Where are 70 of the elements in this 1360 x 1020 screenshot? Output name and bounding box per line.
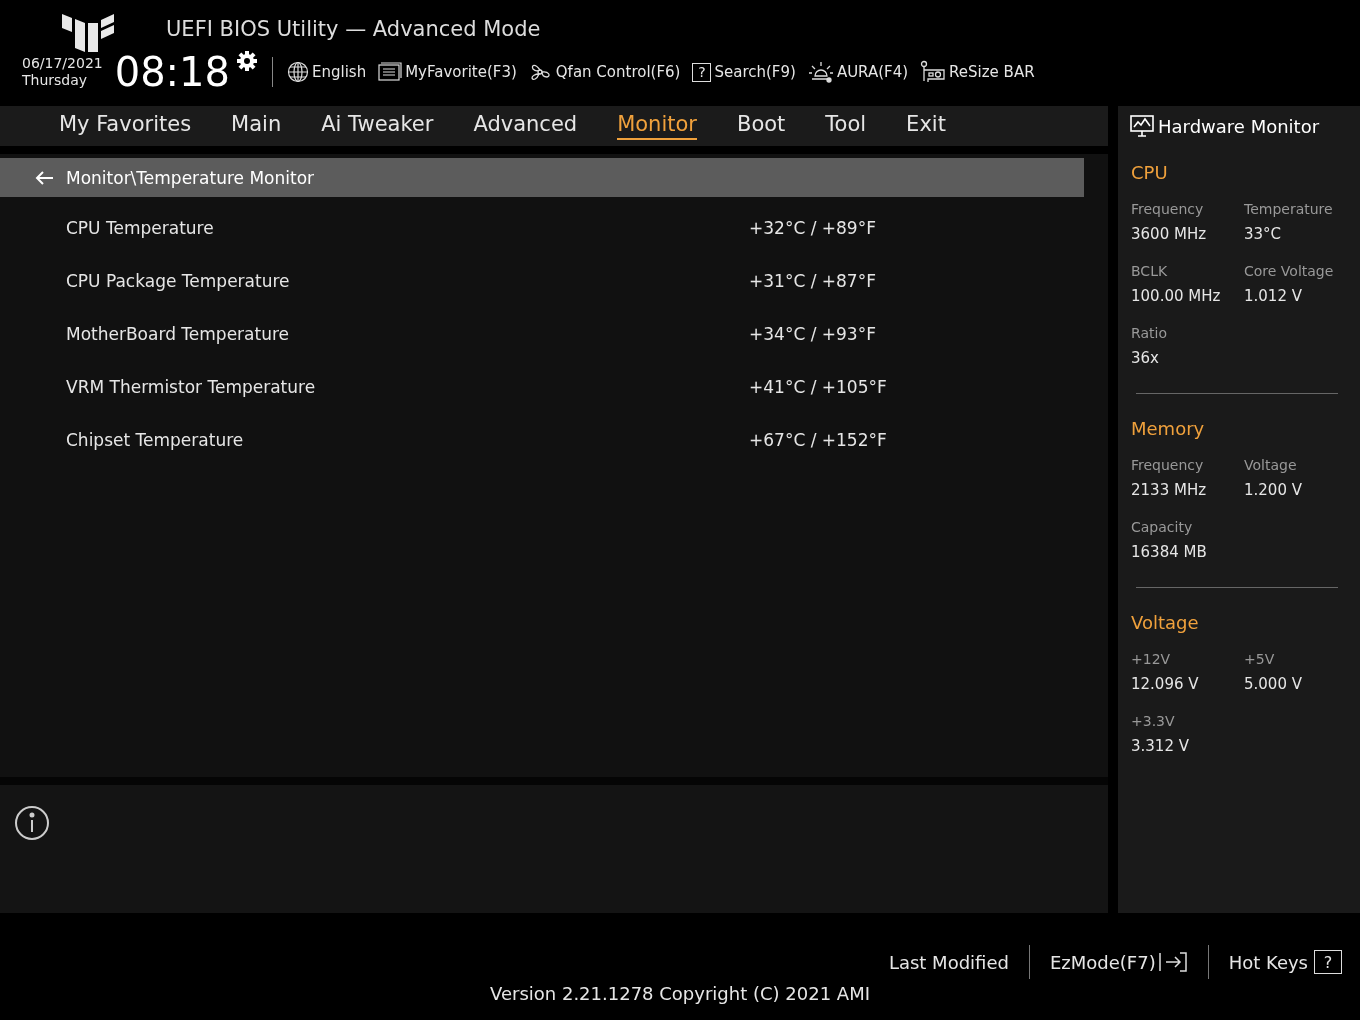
menu-tab[interactable]: My Favorites <box>59 112 192 140</box>
section-title: Voltage <box>1131 612 1200 633</box>
light-icon[interactable] <box>807 61 834 83</box>
list-icon[interactable] <box>378 62 403 82</box>
stat-value: 5.000 V <box>1244 675 1303 693</box>
stat-value: 3600 MHz <box>1131 225 1208 243</box>
stat-value: 2133 MHz <box>1131 481 1208 499</box>
menu-tab[interactable]: Monitor <box>617 112 697 140</box>
menu-tab[interactable]: Tool <box>825 112 867 140</box>
item-value: +32°C / +89°F <box>749 217 876 238</box>
stat-label: Ratio <box>1131 325 1168 341</box>
clock-text: 08:18 <box>114 50 230 94</box>
stat-label: +12V <box>1131 651 1172 667</box>
footer-button[interactable]: Last Modified <box>888 951 1009 973</box>
menu-tab[interactable]: Main <box>231 112 282 140</box>
version-text: Version 2.21.1278 Copyright (C) 2021 AMI <box>490 983 870 1004</box>
toolbar-button[interactable]: Search(F9) <box>714 63 796 81</box>
item-label: MotherBoard Temperature <box>66 323 290 344</box>
exit-icon[interactable] <box>1157 951 1188 973</box>
menu-tab[interactable]: Exit <box>906 112 946 140</box>
panel-title: Hardware Monitor <box>1158 115 1320 137</box>
stat-label: Frequency <box>1131 201 1205 217</box>
globe-icon[interactable] <box>287 61 309 83</box>
footer-button[interactable]: Hot Keys <box>1228 951 1308 973</box>
menu-tab[interactable]: Advanced <box>473 112 578 140</box>
item-label: CPU Temperature <box>66 217 215 238</box>
stat-value: 3.312 V <box>1131 737 1190 755</box>
toolbar-button[interactable]: English <box>312 63 367 81</box>
stat-value: 33°C <box>1244 225 1283 243</box>
search-icon[interactable]: ? <box>692 62 712 82</box>
stat-value: 36x <box>1131 349 1160 367</box>
item-label: VRM Thermistor Temperature <box>66 376 317 397</box>
toolbar-button[interactable]: Qfan Control(F6) <box>555 63 681 81</box>
stat-label: Temperature <box>1244 201 1334 217</box>
stat-label: BCLK <box>1131 263 1169 279</box>
toolbar-button[interactable]: MyFavorite(F3) <box>405 63 517 81</box>
day-text: Thursday <box>22 72 89 89</box>
section-title: Memory <box>1131 418 1206 439</box>
item-value: +41°C / +105°F <box>749 376 887 397</box>
stat-label: Capacity <box>1131 519 1194 535</box>
settings-icon[interactable] <box>236 50 258 72</box>
date-text: 06/17/2021 <box>22 55 103 72</box>
footer-button[interactable]: EzMode(F7) <box>1049 951 1156 973</box>
toolbar-button[interactable]: ReSize BAR <box>949 63 1035 81</box>
stat-value: 16384 MB <box>1131 543 1208 561</box>
breadcrumb-text: Monitor\Temperature Monitor <box>66 167 315 188</box>
section-title: CPU <box>1131 162 1169 183</box>
item-value: +34°C / +93°F <box>749 323 876 344</box>
monitor-icon <box>1130 114 1154 138</box>
help-icon[interactable]: ? <box>1314 950 1342 974</box>
stat-value: 1.012 V <box>1244 287 1303 305</box>
item-label: Chipset Temperature <box>66 429 245 450</box>
back-arrow-icon[interactable] <box>34 169 54 186</box>
item-value: +31°C / +87°F <box>749 270 876 291</box>
menu-tab[interactable]: Ai Tweaker <box>321 112 434 140</box>
item-value: +67°C / +152°F <box>749 429 887 450</box>
info-icon <box>14 805 50 841</box>
menu-tab[interactable]: Boot <box>736 112 786 140</box>
toolbar-button[interactable]: AURA(F4) <box>836 63 909 81</box>
stat-label: Voltage <box>1244 457 1298 473</box>
item-label: CPU Package Temperature <box>66 270 291 291</box>
stat-label: Frequency <box>1131 457 1205 473</box>
stat-label: +5V <box>1244 651 1276 667</box>
stat-label: Core Voltage <box>1244 263 1335 279</box>
stat-value: 12.096 V <box>1131 675 1200 693</box>
stat-value: 100.00 MHz <box>1131 287 1222 305</box>
window-title: UEFI BIOS Utility — Advanced Mode <box>166 17 541 41</box>
stat-label: +3.3V <box>1131 713 1176 729</box>
graphics-card-icon[interactable] <box>920 60 947 84</box>
stat-value: 1.200 V <box>1244 481 1303 499</box>
